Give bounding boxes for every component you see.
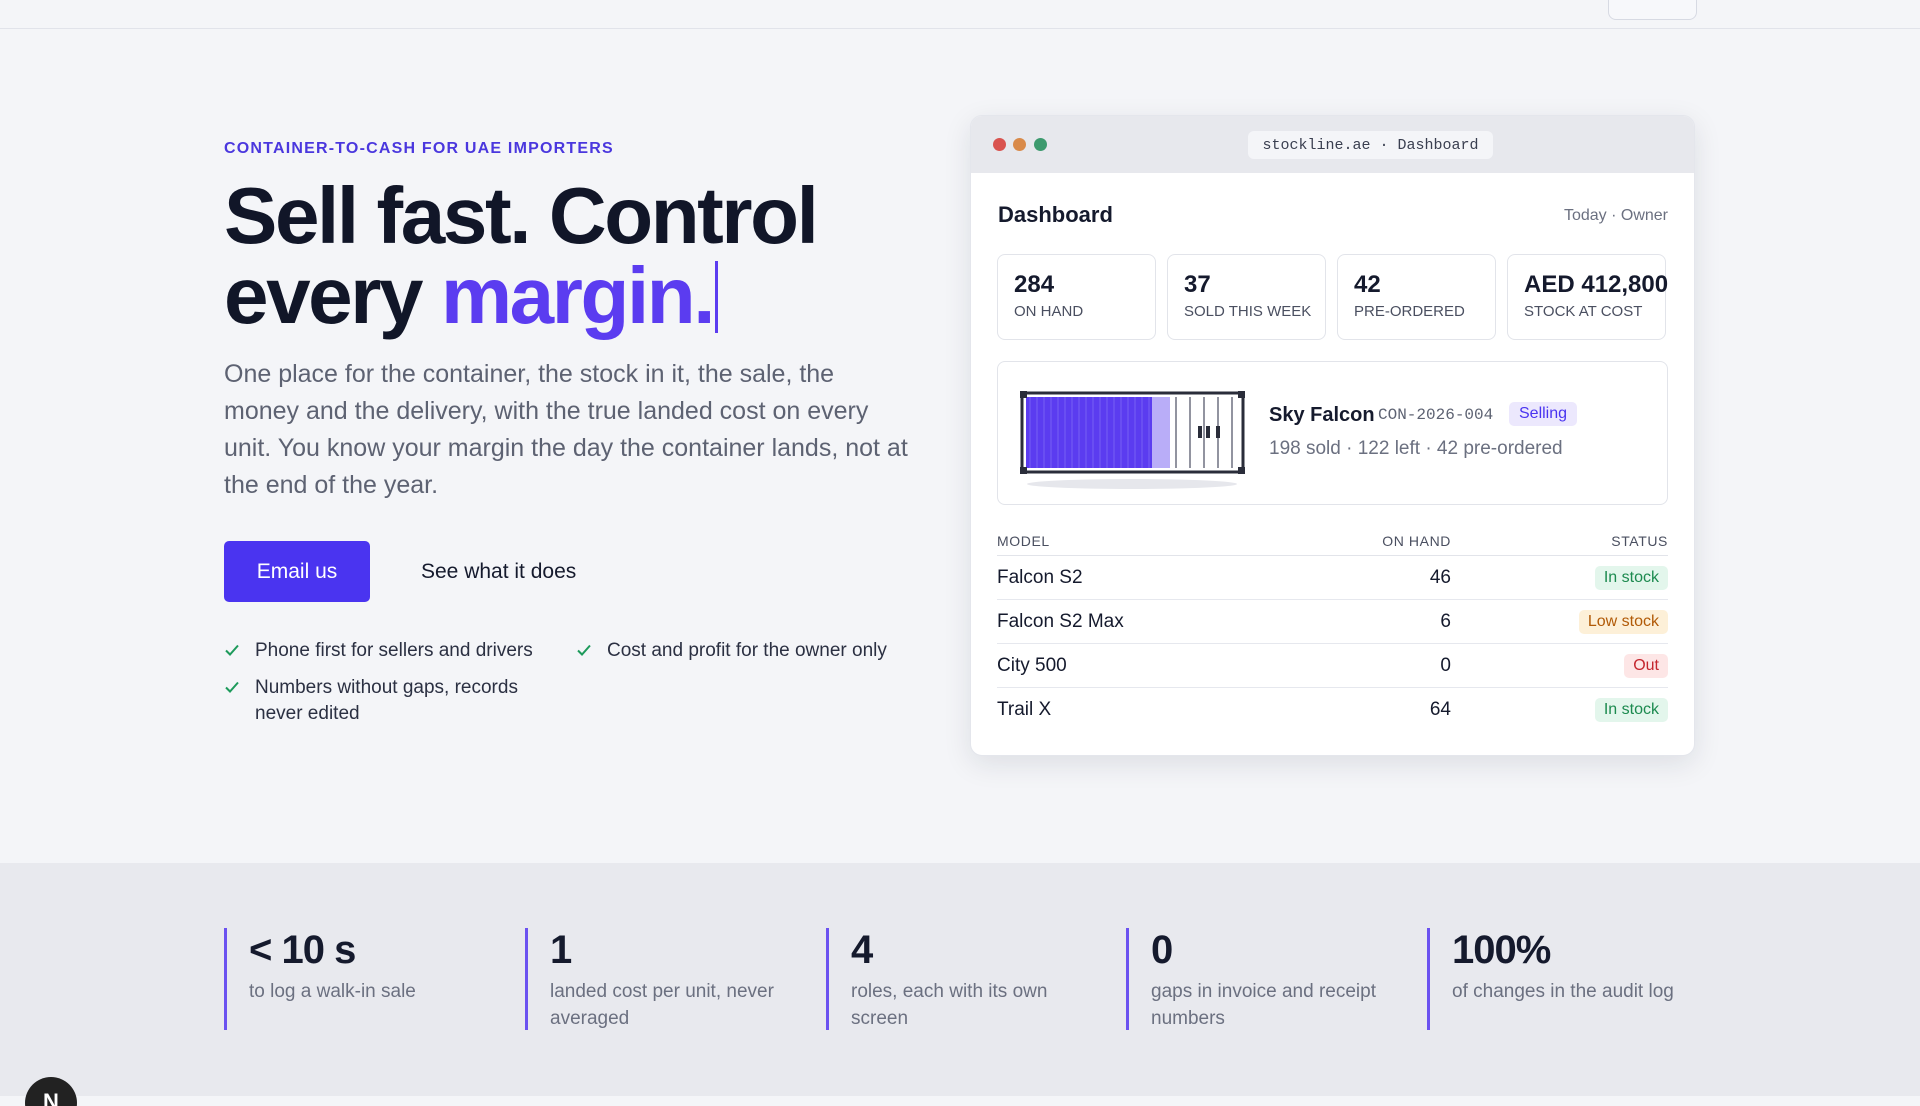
kpi-label: PRE-ORDERED bbox=[1354, 303, 1465, 320]
cta-row: Email us See what it does bbox=[224, 541, 924, 602]
hero: CONTAINER-TO-CASH FOR UAE IMPORTERS Sell… bbox=[224, 140, 924, 728]
row-model: Falcon S2 Max bbox=[997, 610, 1124, 632]
row-on-hand: 64 bbox=[1429, 699, 1451, 720]
row-on-hand: 0 bbox=[1440, 654, 1451, 676]
kpi-label: ON HAND bbox=[1014, 303, 1084, 320]
stat-value: 1 bbox=[550, 928, 572, 972]
table-row: Trail X 64 In stock bbox=[997, 688, 1668, 732]
check-item: Phone first for sellers and drivers bbox=[224, 638, 554, 664]
col-on-hand: ON HAND bbox=[1382, 532, 1451, 549]
check-icon bbox=[577, 644, 591, 656]
stat-item: 0 gaps in invoice and receipt numbers bbox=[1126, 928, 1391, 1030]
container-name: Sky Falcon bbox=[1269, 404, 1375, 426]
table-header: MODEL ON HAND STATUS bbox=[997, 526, 1668, 556]
kpi-value: 37 bbox=[1184, 271, 1211, 298]
dashboard-preview-card: stockline.ae · Dashboard Dashboard Today… bbox=[970, 115, 1695, 756]
check-text: Numbers without gaps, records never edit… bbox=[255, 677, 518, 724]
stat-label: to log a walk-in sale bbox=[249, 981, 416, 1002]
check-icon bbox=[225, 644, 239, 656]
container-code: CON-2026-004 bbox=[1378, 406, 1494, 424]
row-on-hand: 6 bbox=[1440, 610, 1451, 632]
check-item: Cost and profit for the owner only bbox=[576, 638, 916, 664]
table-row: Falcon S2 Max 6 Low stock bbox=[997, 600, 1668, 644]
status-badge: In stock bbox=[1594, 565, 1668, 590]
window-title-bar: stockline.ae · Dashboard bbox=[971, 116, 1694, 173]
row-model: Trail X bbox=[997, 699, 1052, 720]
stock-table: MODEL ON HAND STATUS Falcon S2 46 In sto… bbox=[997, 526, 1668, 732]
dashboard-title: Dashboard bbox=[998, 202, 1113, 227]
kpi-label: SOLD THIS WEEK bbox=[1184, 303, 1312, 320]
close-dot-icon bbox=[993, 138, 1006, 151]
stat-item: 100% of changes in the audit log bbox=[1427, 928, 1692, 1030]
check-text: Cost and profit for the owner only bbox=[607, 640, 887, 661]
minimize-dot-icon bbox=[1013, 138, 1026, 151]
hero-headline: Sell fast. Control every margin. bbox=[224, 176, 924, 336]
check-icon bbox=[225, 681, 239, 693]
check-text: Phone first for sellers and drivers bbox=[255, 640, 533, 661]
kpi-stock-at-cost: AED 412,800 STOCK AT COST bbox=[1507, 254, 1669, 340]
table-row: City 500 0 Out bbox=[997, 644, 1668, 688]
dashboard-meta: Today · Owner bbox=[1563, 207, 1668, 224]
headline-line-2: every bbox=[224, 251, 424, 340]
status-badge: Low stock bbox=[1578, 609, 1668, 634]
hero-lede: One place for the container, the stock i… bbox=[224, 360, 908, 499]
row-model: Falcon S2 bbox=[997, 566, 1083, 588]
kpi-value: AED 412,800 bbox=[1524, 271, 1669, 298]
stat-value: 100% bbox=[1452, 928, 1551, 972]
row-model: City 500 bbox=[997, 654, 1067, 676]
hero-eyebrow: CONTAINER-TO-CASH FOR UAE IMPORTERS bbox=[224, 140, 614, 157]
stat-label: of changes in the audit log bbox=[1452, 981, 1674, 1002]
stat-item: < 10 s to log a walk-in sale bbox=[224, 928, 489, 1030]
email-us-button[interactable]: Email us bbox=[224, 541, 370, 602]
stat-label: landed cost per unit, never averaged bbox=[550, 981, 774, 1029]
col-status: STATUS bbox=[1611, 532, 1668, 549]
address-bar: stockline.ae · Dashboard bbox=[1248, 131, 1493, 159]
stat-label: roles, each with its own screen bbox=[851, 981, 1048, 1029]
status-badge: In stock bbox=[1594, 698, 1668, 722]
kpi-value: 42 bbox=[1354, 271, 1381, 298]
see-what-it-does-link[interactable]: See what it does bbox=[421, 560, 576, 584]
stat-item: 1 landed cost per unit, never averaged bbox=[525, 928, 790, 1030]
table-row: Falcon S2 46 In stock bbox=[997, 556, 1668, 600]
col-model: MODEL bbox=[997, 532, 1050, 549]
kpi-label: STOCK AT COST bbox=[1524, 303, 1643, 320]
headline-accent: margin. bbox=[440, 251, 716, 340]
stat-item: 4 roles, each with its own screen bbox=[826, 928, 1091, 1030]
row-on-hand: 46 bbox=[1429, 566, 1451, 588]
kpi-value: 284 bbox=[1014, 271, 1055, 298]
stat-value: 0 bbox=[1151, 928, 1173, 972]
kpi-pre-ordered: 42 PRE-ORDERED bbox=[1337, 254, 1496, 340]
headline-line-1: Sell fast. Control bbox=[224, 171, 819, 260]
shipping-container-icon bbox=[1020, 391, 1245, 489]
container-summary: 198 sold · 122 left · 42 pre-ordered bbox=[1269, 438, 1563, 459]
kpi-sold-this-week: 37 SOLD THIS WEEK bbox=[1167, 254, 1326, 340]
feature-checks: Phone first for sellers and drivers Cost… bbox=[224, 638, 924, 728]
stat-value: 4 bbox=[851, 928, 873, 972]
maximize-dot-icon bbox=[1034, 138, 1047, 151]
status-badge: Out bbox=[1624, 653, 1668, 678]
check-item: Numbers without gaps, records never edit… bbox=[224, 675, 554, 727]
stat-value: < 10 s bbox=[249, 928, 356, 972]
container-card: Sky Falcon CON-2026-004 Selling 198 sold… bbox=[997, 361, 1668, 505]
kpi-on-hand: 284 ON HAND bbox=[997, 254, 1156, 340]
stat-label: gaps in invoice and receipt numbers bbox=[1151, 981, 1376, 1029]
container-status-badge: Selling bbox=[1509, 402, 1578, 426]
nav-button[interactable] bbox=[1608, 0, 1697, 20]
top-nav-bar bbox=[0, 0, 1920, 29]
typing-caret bbox=[715, 261, 719, 333]
